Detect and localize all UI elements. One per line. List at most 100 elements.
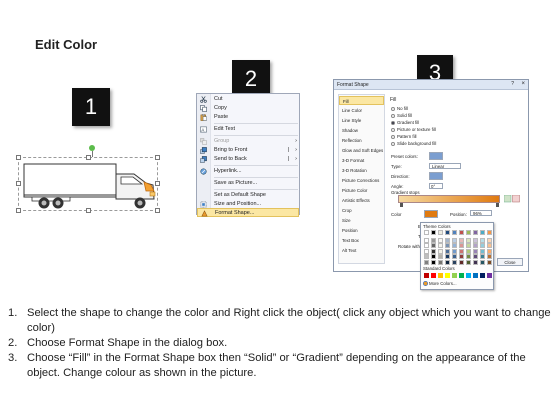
radio-solid-fill[interactable]: Solid fill: [391, 113, 412, 120]
menu-item-copy[interactable]: Copy: [197, 104, 299, 113]
category-glow[interactable]: Glow and Soft Edges: [339, 146, 384, 155]
color-swatch[interactable]: [480, 230, 485, 235]
color-swatch[interactable]: [438, 243, 443, 248]
radio-no-fill[interactable]: No fill: [391, 106, 408, 113]
radio-button[interactable]: [391, 127, 395, 132]
menu-item-set-default-shape[interactable]: Set as Default Shape: [197, 191, 299, 200]
preset-colors-dropdown[interactable]: [429, 152, 443, 160]
color-swatch[interactable]: [487, 248, 492, 254]
color-swatch[interactable]: [424, 254, 429, 259]
standard-color-swatch[interactable]: [459, 273, 464, 278]
standard-color-swatch[interactable]: [438, 273, 443, 278]
more-colors-label[interactable]: More Colors...: [429, 281, 457, 286]
add-stop-icon[interactable]: [504, 195, 512, 203]
color-swatch[interactable]: [438, 254, 443, 259]
color-swatch[interactable]: [438, 259, 443, 265]
category-line-style[interactable]: Line Style: [339, 116, 384, 125]
category-3d-rotation[interactable]: 3-D Rotation: [339, 166, 384, 175]
radio-button[interactable]: [391, 113, 395, 118]
position-input[interactable]: 96%: [470, 210, 492, 216]
color-swatch[interactable]: [431, 230, 436, 235]
color-swatch[interactable]: [459, 230, 464, 235]
standard-color-swatch[interactable]: [452, 273, 457, 278]
category-artistic-effects[interactable]: Artistic Effects: [339, 196, 384, 205]
color-swatch[interactable]: [487, 254, 492, 259]
color-swatch[interactable]: [424, 237, 429, 243]
color-swatch[interactable]: [459, 243, 464, 248]
color-swatch[interactable]: [466, 254, 471, 259]
color-swatch[interactable]: [445, 230, 450, 235]
color-swatch[interactable]: [459, 237, 464, 243]
standard-color-swatch[interactable]: [424, 273, 429, 278]
menu-item-save-as-picture[interactable]: Save as Picture...: [197, 179, 299, 188]
color-swatch[interactable]: [445, 237, 450, 243]
category-alt-text[interactable]: Alt Text: [339, 246, 384, 255]
standard-color-swatch[interactable]: [480, 273, 485, 278]
color-swatch[interactable]: [480, 237, 485, 243]
help-icon[interactable]: ?: [511, 81, 514, 87]
color-swatch[interactable]: [473, 237, 478, 243]
radio-gradient-fill[interactable]: Gradient fill: [391, 120, 419, 127]
color-swatch[interactable]: [424, 248, 429, 254]
category-fill[interactable]: Fill: [339, 96, 384, 105]
menu-item-hyperlink[interactable]: Hyperlink...: [197, 167, 299, 176]
color-swatch[interactable]: [445, 243, 450, 248]
remove-stop-icon[interactable]: [512, 195, 520, 203]
color-swatch[interactable]: [466, 237, 471, 243]
category-picture-color[interactable]: Picture Color: [339, 186, 384, 195]
menu-item-format-shape[interactable]: Format Shape...: [197, 208, 299, 217]
color-swatch[interactable]: [473, 243, 478, 248]
radio-slide-background-fill[interactable]: Slide background fill: [391, 141, 436, 148]
color-swatch[interactable]: [473, 259, 478, 265]
color-swatch[interactable]: [459, 254, 464, 259]
color-swatch[interactable]: [445, 259, 450, 265]
color-swatch[interactable]: [452, 243, 457, 248]
color-swatch[interactable]: [431, 237, 436, 243]
color-swatch[interactable]: [431, 248, 436, 254]
standard-color-swatch[interactable]: [466, 273, 471, 278]
color-swatch[interactable]: [424, 243, 429, 248]
color-swatch[interactable]: [466, 230, 471, 235]
close-button[interactable]: Close: [497, 258, 523, 266]
color-swatch[interactable]: [438, 248, 443, 254]
gradient-stop-handle[interactable]: [496, 203, 499, 207]
direction-dropdown[interactable]: [429, 172, 443, 180]
menu-item-paste[interactable]: Paste: [197, 113, 299, 122]
color-swatch[interactable]: [466, 259, 471, 265]
color-swatch[interactable]: [452, 254, 457, 259]
menu-item-group[interactable]: Group ›: [197, 137, 299, 146]
color-swatch[interactable]: [480, 254, 485, 259]
standard-color-swatch[interactable]: [487, 273, 492, 278]
color-swatch[interactable]: [438, 237, 443, 243]
menu-item-bring-to-front[interactable]: Bring to Front | ›: [197, 146, 299, 155]
radio-pattern-fill[interactable]: Pattern fill: [391, 134, 417, 141]
color-swatch[interactable]: [487, 230, 492, 235]
color-swatch[interactable]: [480, 248, 485, 254]
submenu-arrow-icon[interactable]: ›: [295, 146, 297, 155]
color-swatch[interactable]: [431, 254, 436, 259]
color-swatch[interactable]: [466, 243, 471, 248]
color-swatch[interactable]: [445, 254, 450, 259]
color-swatch[interactable]: [466, 248, 471, 254]
color-dropdown[interactable]: [424, 210, 438, 218]
standard-color-swatch[interactable]: [431, 273, 436, 278]
menu-item-edit-text[interactable]: A Edit Text: [197, 125, 299, 134]
radio-picture-fill[interactable]: Picture or texture fill: [391, 127, 436, 134]
color-swatch[interactable]: [480, 243, 485, 248]
category-line-color[interactable]: Line Color: [339, 106, 384, 115]
radio-button-selected[interactable]: [391, 120, 395, 125]
category-picture-corrections[interactable]: Picture Corrections: [339, 176, 384, 185]
category-text-box[interactable]: Text Box: [339, 236, 384, 245]
color-swatch[interactable]: [438, 230, 443, 235]
category-reflection[interactable]: Reflection: [339, 136, 384, 145]
gradient-stop-handle[interactable]: [400, 203, 403, 207]
gradient-stops-bar[interactable]: [398, 195, 500, 203]
color-swatch[interactable]: [487, 259, 492, 265]
color-swatch[interactable]: [459, 259, 464, 265]
selected-truck-shape[interactable]: [16, 145, 161, 213]
radio-button[interactable]: [391, 141, 395, 146]
category-3d-format[interactable]: 3-D Format: [339, 156, 384, 165]
color-swatch[interactable]: [452, 230, 457, 235]
type-dropdown[interactable]: Linear: [429, 163, 461, 169]
color-swatch[interactable]: [452, 259, 457, 265]
